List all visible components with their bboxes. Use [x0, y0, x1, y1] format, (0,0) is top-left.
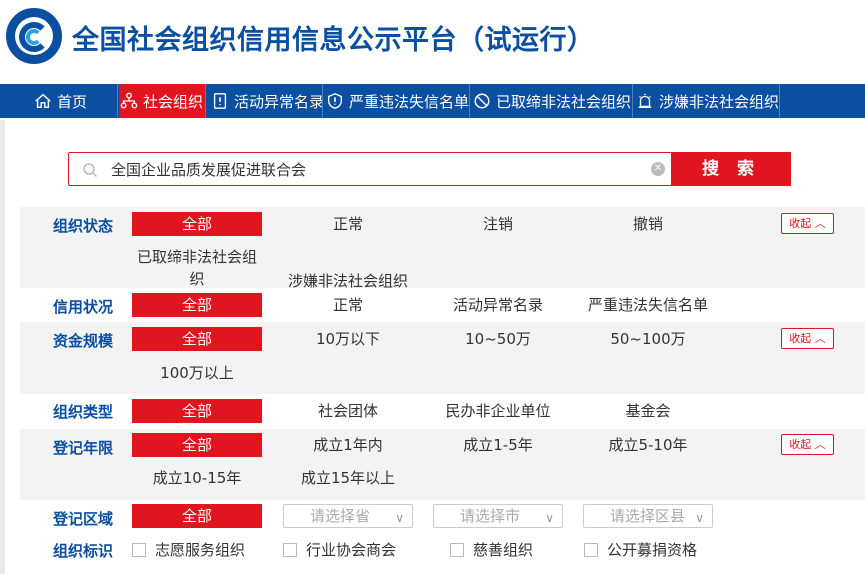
nav-item-home[interactable]: 首页 — [0, 84, 118, 118]
document-alert-icon — [211, 92, 229, 110]
filter-label: 登记区域 — [53, 510, 114, 528]
city-select[interactable]: 请选择市 ∨ — [433, 504, 563, 528]
collapse-button[interactable]: 收起 ︿ — [781, 213, 834, 234]
org-chart-icon — [120, 92, 138, 110]
nav-item-label: 已取缔非法社会组织 — [496, 92, 632, 111]
filter-option[interactable]: 成立1年内 — [283, 433, 413, 457]
chevron-down-icon: ∨ — [695, 511, 704, 525]
filter-option[interactable]: 活动异常名录 — [433, 293, 563, 317]
filter-label: 登记年限 — [53, 439, 114, 457]
filter-option-selected[interactable]: 全部 — [132, 433, 262, 457]
ban-icon — [473, 92, 491, 110]
chevron-up-icon: ︿ — [814, 217, 826, 230]
filter-option[interactable]: 成立1-5年 — [433, 433, 563, 457]
collapse-button[interactable]: 收起 ︿ — [781, 328, 834, 349]
checkbox-volunteer[interactable]: 志愿服务组织 — [132, 540, 245, 560]
filter-option[interactable]: 社会团体 — [283, 399, 413, 423]
nav-item-social-org[interactable]: 社会组织 — [119, 84, 206, 118]
checkbox-box[interactable] — [450, 543, 464, 557]
province-select-placeholder: 请选择省 — [310, 507, 371, 525]
checkbox-charity[interactable]: 慈善组织 — [450, 540, 533, 560]
filter-row-reg-years: 登记年限 全部 成立1年内 成立1-5年 成立5-10年 收起 ︿ 成立10-1… — [20, 429, 865, 500]
filter-option[interactable]: 涉嫌非法社会组织 — [283, 271, 413, 288]
nav-item-banned-orgs[interactable]: 已取缔非法社会组织 — [471, 84, 633, 118]
filter-option-selected[interactable]: 全部 — [132, 293, 262, 317]
alarm-icon — [636, 92, 654, 110]
filter-option-selected[interactable]: 全部 — [132, 504, 262, 528]
site-header: 全国社会组织信用信息公示平台（试运行） — [0, 0, 865, 84]
filter-label: 组织类型 — [53, 403, 114, 421]
chevron-down-icon: ∨ — [395, 511, 404, 525]
home-icon — [34, 92, 52, 110]
filter-option[interactable]: 100万以上 — [132, 361, 262, 385]
filter-option[interactable]: 基金会 — [583, 399, 713, 423]
filter-option-selected[interactable]: 全部 — [132, 327, 262, 351]
checkbox-label: 公开募捐资格 — [607, 541, 698, 559]
chevron-up-icon: ︿ — [814, 332, 826, 345]
checkbox-label: 志愿服务组织 — [155, 541, 246, 559]
checkbox-industry-association[interactable]: 行业协会商会 — [283, 540, 396, 560]
nav-item-suspected-orgs[interactable]: 涉嫌非法社会组织 — [634, 84, 780, 118]
filter-option[interactable]: 成立15年以上 — [283, 466, 413, 490]
checkbox-box[interactable] — [132, 543, 146, 557]
filter-option[interactable]: 注销 — [433, 212, 563, 236]
checkbox-label: 慈善组织 — [473, 541, 534, 559]
checkbox-label: 行业协会商会 — [306, 541, 397, 559]
search-bar: ✕ 搜 索 — [68, 152, 791, 186]
nav-item-label: 严重违法失信名单 — [349, 92, 470, 111]
filter-option[interactable]: 10~50万 — [433, 327, 563, 351]
filter-option[interactable]: 10万以下 — [283, 327, 413, 351]
main-nav: 首页 社会组织 活动异常名录 严重违法失信名单 已取缔非法社会组织 涉嫌非法社会… — [0, 84, 865, 118]
checkbox-box[interactable] — [584, 543, 598, 557]
filter-row-org-type: 组织类型 全部 社会团体 民办非企业单位 基金会 — [20, 395, 865, 427]
filter-option[interactable]: 已取缔非法社会组织 — [132, 246, 262, 290]
nav-item-label: 首页 — [57, 92, 88, 111]
province-select[interactable]: 请选择省 ∨ — [283, 504, 413, 528]
nav-item-label: 社会组织 — [143, 92, 204, 111]
city-select-placeholder: 请选择市 — [460, 507, 521, 525]
site-logo[interactable] — [6, 8, 62, 64]
filter-row-org-marks: 组织标识 志愿服务组织 行业协会商会 慈善组织 公开募捐资格 — [20, 534, 865, 566]
nav-item-abnormal-list[interactable]: 活动异常名录 — [207, 84, 323, 118]
site-title: 全国社会组织信用信息公示平台（试运行） — [72, 25, 595, 56]
filter-label: 组织状态 — [53, 217, 114, 235]
search-input[interactable] — [111, 157, 671, 181]
district-select-placeholder: 请选择区县 — [610, 507, 686, 525]
filter-row-org-status: 组织状态 全部 正常 注销 撤销 收起 ︿ 已取缔非法社会组织 涉嫌非法社会组织 — [20, 207, 865, 288]
filter-label: 资金规模 — [53, 332, 114, 350]
filter-option[interactable]: 50~100万 — [583, 327, 713, 351]
collapse-label: 收起 — [789, 332, 812, 345]
filter-option[interactable]: 正常 — [283, 293, 413, 317]
filter-row-capital: 资金规模 全部 10万以下 10~50万 50~100万 收起 ︿ 100万以上 — [20, 322, 865, 394]
checkbox-box[interactable] — [283, 543, 297, 557]
chevron-down-icon: ∨ — [545, 511, 554, 525]
filter-option[interactable]: 民办非企业单位 — [433, 399, 563, 423]
checkbox-public-fundraising[interactable]: 公开募捐资格 — [584, 540, 697, 560]
chevron-up-icon: ︿ — [814, 438, 826, 451]
filter-option[interactable]: 严重违法失信名单 — [583, 293, 713, 317]
filter-option[interactable]: 撤销 — [583, 212, 713, 236]
filter-option[interactable]: 成立5-10年 — [583, 433, 713, 457]
nav-item-label: 涉嫌非法社会组织 — [659, 92, 780, 111]
filter-option-selected[interactable]: 全部 — [132, 399, 262, 423]
nav-item-blacklist[interactable]: 严重违法失信名单 — [324, 84, 470, 118]
collapse-label: 收起 — [789, 438, 812, 451]
left-border — [0, 120, 5, 574]
search-icon — [82, 162, 98, 178]
search-button[interactable]: 搜 索 — [671, 152, 791, 186]
shield-alert-icon — [326, 92, 344, 110]
nav-item-label: 活动异常名录 — [234, 92, 323, 111]
district-select[interactable]: 请选择区县 ∨ — [583, 504, 713, 528]
filter-label: 组织标识 — [53, 542, 114, 560]
filter-row-reg-region: 登记区域 全部 请选择省 ∨ 请选择市 ∨ 请选择区县 ∨ — [20, 500, 865, 532]
filter-option-selected[interactable]: 全部 — [132, 212, 262, 236]
clear-icon[interactable]: ✕ — [651, 162, 665, 176]
filter-row-credit-status: 信用状况 全部 正常 活动异常名录 严重违法失信名单 — [20, 290, 865, 322]
collapse-label: 收起 — [789, 217, 812, 230]
collapse-button[interactable]: 收起 ︿ — [781, 434, 834, 455]
filter-option[interactable]: 成立10-15年 — [132, 466, 262, 490]
filter-label: 信用状况 — [53, 298, 114, 316]
filter-option[interactable]: 正常 — [283, 212, 413, 236]
